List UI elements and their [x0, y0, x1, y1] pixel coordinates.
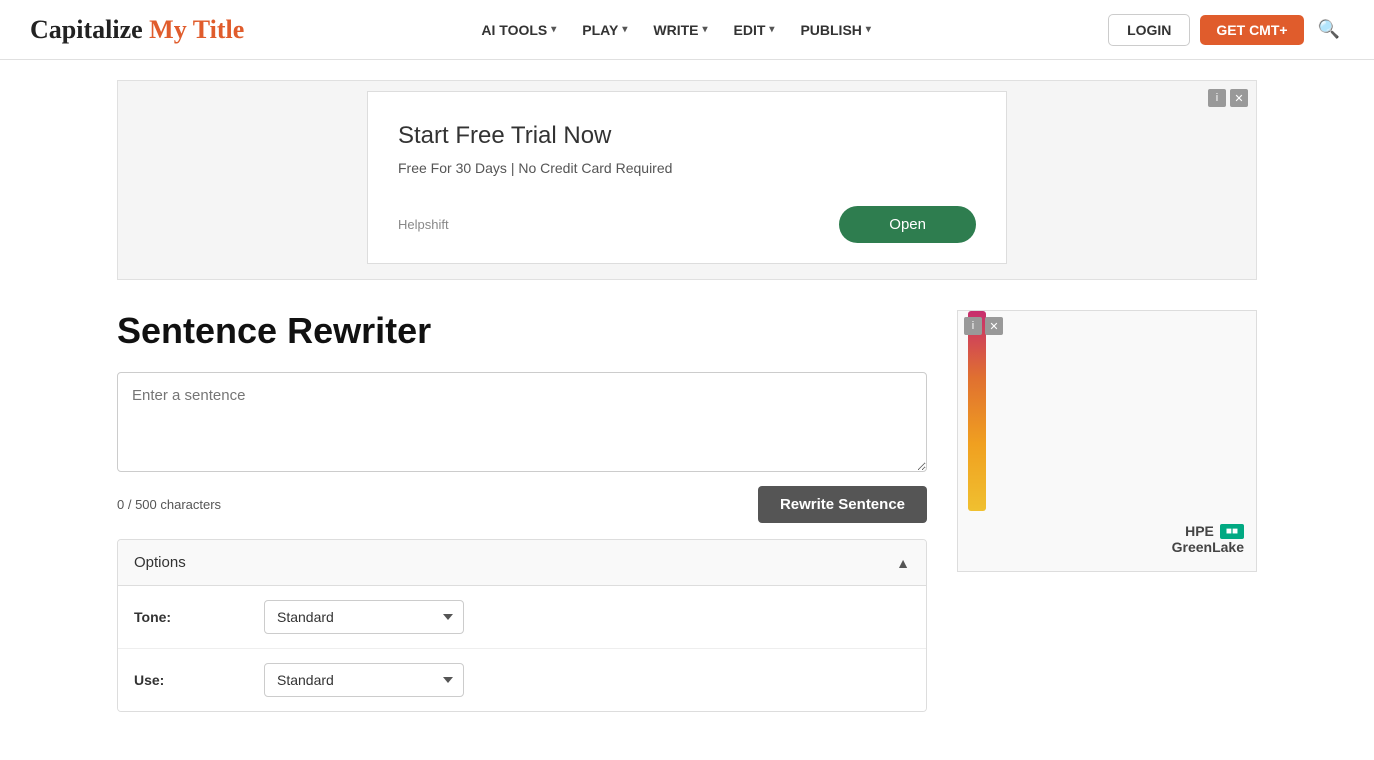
char-count-row: 0 / 500 characters Rewrite Sentence	[117, 486, 927, 523]
tool-title: Sentence Rewriter	[117, 310, 927, 352]
sentence-input[interactable]	[117, 372, 927, 472]
nav-label-write: WRITE	[653, 22, 698, 38]
ad-gradient-graphic	[968, 311, 986, 511]
ad-title: Start Free Trial Now	[398, 122, 976, 150]
ad-brand: Helpshift	[398, 217, 449, 232]
logo-part2: My Title	[149, 15, 244, 44]
ad-subtitle: Free For 30 Days | No Credit Card Requir…	[398, 160, 976, 176]
ad-inner: Start Free Trial Now Free For 30 Days | …	[367, 91, 1007, 264]
login-button[interactable]: LOGIN	[1108, 14, 1190, 46]
search-icon: 🔍	[1318, 19, 1340, 39]
options-panel: Options ▲ Tone: Standard Formal Casual P…	[117, 539, 927, 712]
logo: Capitalize My Title	[30, 15, 244, 45]
main-nav: AI TOOLS ▾ PLAY ▾ WRITE ▾ EDIT ▾ PUBLISH…	[471, 16, 881, 44]
logo-part1: Capitalize	[30, 15, 149, 44]
nav-item-write[interactable]: WRITE ▾	[643, 16, 717, 44]
ad-close-button[interactable]: ✕	[1230, 89, 1248, 107]
sidebar-ad-box: i ✕ HPE ■■ GreenLake	[957, 310, 1257, 572]
nav-item-edit[interactable]: EDIT ▾	[724, 16, 785, 44]
search-button[interactable]: 🔍	[1314, 15, 1344, 44]
sidebar-ad-controls: i ✕	[964, 317, 1003, 335]
nav-label-ai-tools: AI TOOLS	[481, 22, 547, 38]
sidebar-ad-close-button[interactable]: ✕	[985, 317, 1003, 335]
chevron-down-icon: ▾	[866, 24, 871, 35]
options-label: Options	[134, 554, 186, 571]
ad-info-button[interactable]: i	[1208, 89, 1226, 107]
tone-label: Tone:	[134, 609, 264, 625]
main-tool: Sentence Rewriter 0 / 500 characters Rew…	[117, 310, 927, 712]
tone-select[interactable]: Standard Formal Casual Persuasive Creati…	[264, 600, 464, 634]
chevron-down-icon: ▾	[622, 24, 627, 35]
options-body: Tone: Standard Formal Casual Persuasive …	[118, 586, 926, 711]
ad-footer: Helpshift Open	[398, 206, 976, 243]
chevron-down-icon: ▾	[551, 24, 556, 35]
ad-banner: i ✕ Start Free Trial Now Free For 30 Day…	[117, 80, 1257, 280]
chevron-down-icon: ▾	[769, 24, 774, 35]
use-row: Use: Standard Academic Business Simple	[118, 649, 926, 711]
nav-label-publish: PUBLISH	[800, 22, 861, 38]
use-label: Use:	[134, 672, 264, 688]
header: Capitalize My Title AI TOOLS ▾ PLAY ▾ WR…	[0, 0, 1374, 60]
char-count: 0 / 500 characters	[117, 497, 221, 512]
content-area: Sentence Rewriter 0 / 500 characters Rew…	[117, 310, 1257, 712]
sidebar-ad-brand: HPE ■■ GreenLake	[958, 523, 1256, 555]
nav-item-publish[interactable]: PUBLISH ▾	[790, 16, 880, 44]
chevron-up-icon: ▲	[896, 555, 910, 571]
greenlake-label: GreenLake	[958, 539, 1244, 555]
sidebar-ad-info-button[interactable]: i	[964, 317, 982, 335]
get-cmt-button[interactable]: GET CMT+	[1200, 15, 1303, 45]
rewrite-sentence-button[interactable]: Rewrite Sentence	[758, 486, 927, 523]
options-header[interactable]: Options ▲	[118, 540, 926, 586]
chevron-down-icon: ▾	[702, 24, 707, 35]
main-container: i ✕ Start Free Trial Now Free For 30 Day…	[87, 60, 1287, 732]
sidebar-ad: i ✕ HPE ■■ GreenLake	[957, 310, 1257, 572]
nav-label-edit: EDIT	[734, 22, 766, 38]
tone-row: Tone: Standard Formal Casual Persuasive …	[118, 586, 926, 649]
nav-label-play: PLAY	[582, 22, 618, 38]
hpe-badge: ■■	[1220, 524, 1244, 539]
ad-controls: i ✕	[1208, 89, 1248, 107]
nav-item-play[interactable]: PLAY ▾	[572, 16, 637, 44]
use-select[interactable]: Standard Academic Business Simple	[264, 663, 464, 697]
header-actions: LOGIN GET CMT+ 🔍	[1108, 14, 1344, 46]
nav-item-ai-tools[interactable]: AI TOOLS ▾	[471, 16, 566, 44]
hpe-label: HPE	[1185, 523, 1214, 539]
ad-open-button[interactable]: Open	[839, 206, 976, 243]
